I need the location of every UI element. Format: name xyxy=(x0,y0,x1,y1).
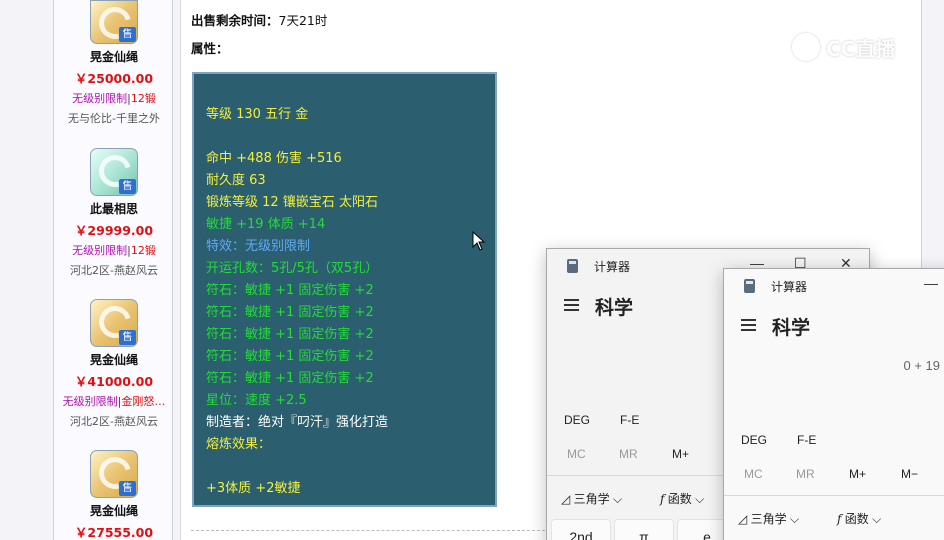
m-minus-button[interactable]: M− xyxy=(901,467,918,481)
attribute-line: 耐久度 63 xyxy=(206,173,266,188)
rope-item-icon[interactable]: 售 xyxy=(90,299,138,347)
mr-button[interactable]: MR xyxy=(796,467,815,481)
attribute-line xyxy=(206,456,483,478)
calculator-window[interactable]: 计算器 — 科学 0 + 19 DEG F-E MC MR M+ M− ◿ 三角… xyxy=(723,268,944,540)
attribute-line: 符石：敏捷 +1 固定伤害 +2 xyxy=(206,349,374,364)
attribute-line: 符石：敏捷 +1 固定伤害 +2 xyxy=(206,283,374,298)
chevron-down-icon: ⌵ xyxy=(789,512,800,526)
item-seller: 无与伦比-千里之外 xyxy=(68,112,160,125)
cc-logo-icon xyxy=(792,33,820,61)
attribute-line: 星位：速度 +2.5 xyxy=(206,393,307,408)
item-name[interactable]: 晃金仙绳 xyxy=(54,502,174,519)
item-name[interactable]: 晃金仙绳 xyxy=(54,48,174,65)
watermark: CC直播 xyxy=(792,32,895,62)
sell-badge: 售 xyxy=(119,179,136,194)
mr-button[interactable]: MR xyxy=(619,447,638,461)
attribute-line: 制造者：绝对『叼汗』强化打造 xyxy=(206,415,389,430)
fe-button[interactable]: F-E xyxy=(620,413,639,427)
second-button[interactable]: 2nd xyxy=(551,519,611,540)
title-bar[interactable]: 计算器 — xyxy=(724,269,944,301)
calculator-app-icon xyxy=(567,259,578,273)
function-menu[interactable]: f 函数 ⌵ xyxy=(837,510,881,527)
item-name[interactable]: 此最相思 xyxy=(54,200,174,217)
item-tags: 无级别限制|12锻 xyxy=(72,244,156,257)
window-title: 计算器 xyxy=(594,260,631,274)
attribute-line: 命中 +488 伤害 +516 xyxy=(206,151,342,166)
sell-badge: 售 xyxy=(119,330,136,345)
mc-button[interactable]: MC xyxy=(744,467,763,481)
expression-display: 0 + 19 xyxy=(903,358,940,373)
pi-button[interactable]: π xyxy=(614,519,674,540)
attribute-line: 符石：敏捷 +1 固定伤害 +2 xyxy=(206,327,374,342)
attribute-line: 敏捷 +19 体质 +14 xyxy=(206,217,326,232)
hamburger-menu-icon[interactable] xyxy=(741,319,756,331)
divider xyxy=(724,495,944,496)
item-name[interactable]: 晃金仙绳 xyxy=(54,351,174,368)
attribute-line: 锻炼等级 12 镶嵌宝石 太阳石 xyxy=(206,195,378,210)
attributes-label: 属性： xyxy=(191,41,229,56)
function-menu[interactable]: f 函数 ⌵ xyxy=(660,490,704,507)
attribute-line: 等级 130 五行 金 xyxy=(206,107,309,122)
deg-button[interactable]: DEG xyxy=(741,433,767,447)
mc-button[interactable]: MC xyxy=(567,447,586,461)
mode-title: 科学 xyxy=(595,298,634,319)
deg-button[interactable]: DEG xyxy=(564,413,590,427)
m-plus-button[interactable]: M+ xyxy=(849,467,866,481)
listing-item[interactable]: 售 晃金仙绳 ￥27555.00 xyxy=(54,450,174,540)
attribute-line xyxy=(206,126,483,148)
item-seller: 河北2区-燕赵风云 xyxy=(70,415,158,428)
item-price: ￥29999.00 xyxy=(74,223,154,238)
item-seller: 河北2区-燕赵风云 xyxy=(70,264,158,277)
rope-item-icon[interactable]: 售 xyxy=(90,450,138,498)
item-tags: 无级别限制|12锻 xyxy=(72,92,156,105)
listing-item[interactable]: 售 此最相思 ￥29999.00 无级别限制|12锻 河北2区-燕赵风云 xyxy=(54,148,174,278)
triangle-icon: ◿ xyxy=(561,492,571,506)
triangle-icon: ◿ xyxy=(738,512,748,526)
item-price: ￥27555.00 xyxy=(74,525,154,540)
attribute-line: 符石：敏捷 +1 固定伤害 +2 xyxy=(206,371,374,386)
sell-badge: 售 xyxy=(119,27,136,42)
attribute-line: 特效：无级别限制 xyxy=(206,239,311,254)
function-icon: f xyxy=(837,512,842,526)
listing-item[interactable]: 售 晃金仙绳 ￥41000.00 无级别限制|金刚怒… 河北2区-燕赵风云 xyxy=(54,299,174,429)
item-tags: 无级别限制|金刚怒… xyxy=(62,395,166,408)
mouse-cursor-icon xyxy=(472,231,486,251)
calculator-app-icon xyxy=(744,279,755,293)
trigonometry-menu[interactable]: ◿ 三角学 ⌵ xyxy=(738,510,799,527)
m-plus-button[interactable]: M+ xyxy=(672,447,689,461)
attribute-line xyxy=(206,82,483,104)
attribute-line: +3体质 +2敏捷 xyxy=(206,481,301,496)
attribute-line: 熔炼效果： xyxy=(206,437,272,452)
function-icon: f xyxy=(660,492,665,506)
chevron-down-icon: ⌵ xyxy=(872,512,882,526)
minimize-button[interactable]: — xyxy=(924,275,938,291)
fe-button[interactable]: F-E xyxy=(797,433,816,447)
chevron-down-icon: ⌵ xyxy=(612,492,623,506)
attribute-box: 等级 130 五行 金命中 +488 伤害 +516 耐久度 63 锻炼等级 12 … xyxy=(192,72,497,507)
listing-sidebar: 售 晃金仙绳 ￥25000.00 无级别限制|12锻 无与伦比-千里之外 售 此… xyxy=(53,0,173,540)
window-title: 计算器 xyxy=(771,280,808,294)
attribute-line: 符石：敏捷 +1 固定伤害 +2 xyxy=(206,305,374,320)
remaining-time: 出售剩余时间：7天21时 xyxy=(191,13,328,28)
rope-item-icon[interactable]: 售 xyxy=(90,0,138,44)
listing-item[interactable]: 售 晃金仙绳 ￥25000.00 无级别限制|12锻 无与伦比-千里之外 xyxy=(54,0,174,126)
item-price: ￥25000.00 xyxy=(74,71,154,86)
mode-title: 科学 xyxy=(772,318,811,339)
chevron-down-icon: ⌵ xyxy=(695,492,705,506)
jade-item-icon[interactable]: 售 xyxy=(90,148,138,196)
item-price: ￥41000.00 xyxy=(74,374,154,389)
attribute-line: 开运孔数：5孔/5孔（双5孔） xyxy=(206,261,379,276)
trigonometry-menu[interactable]: ◿ 三角学 ⌵ xyxy=(561,490,622,507)
sell-badge: 售 xyxy=(119,481,136,496)
hamburger-menu-icon[interactable] xyxy=(564,299,579,311)
